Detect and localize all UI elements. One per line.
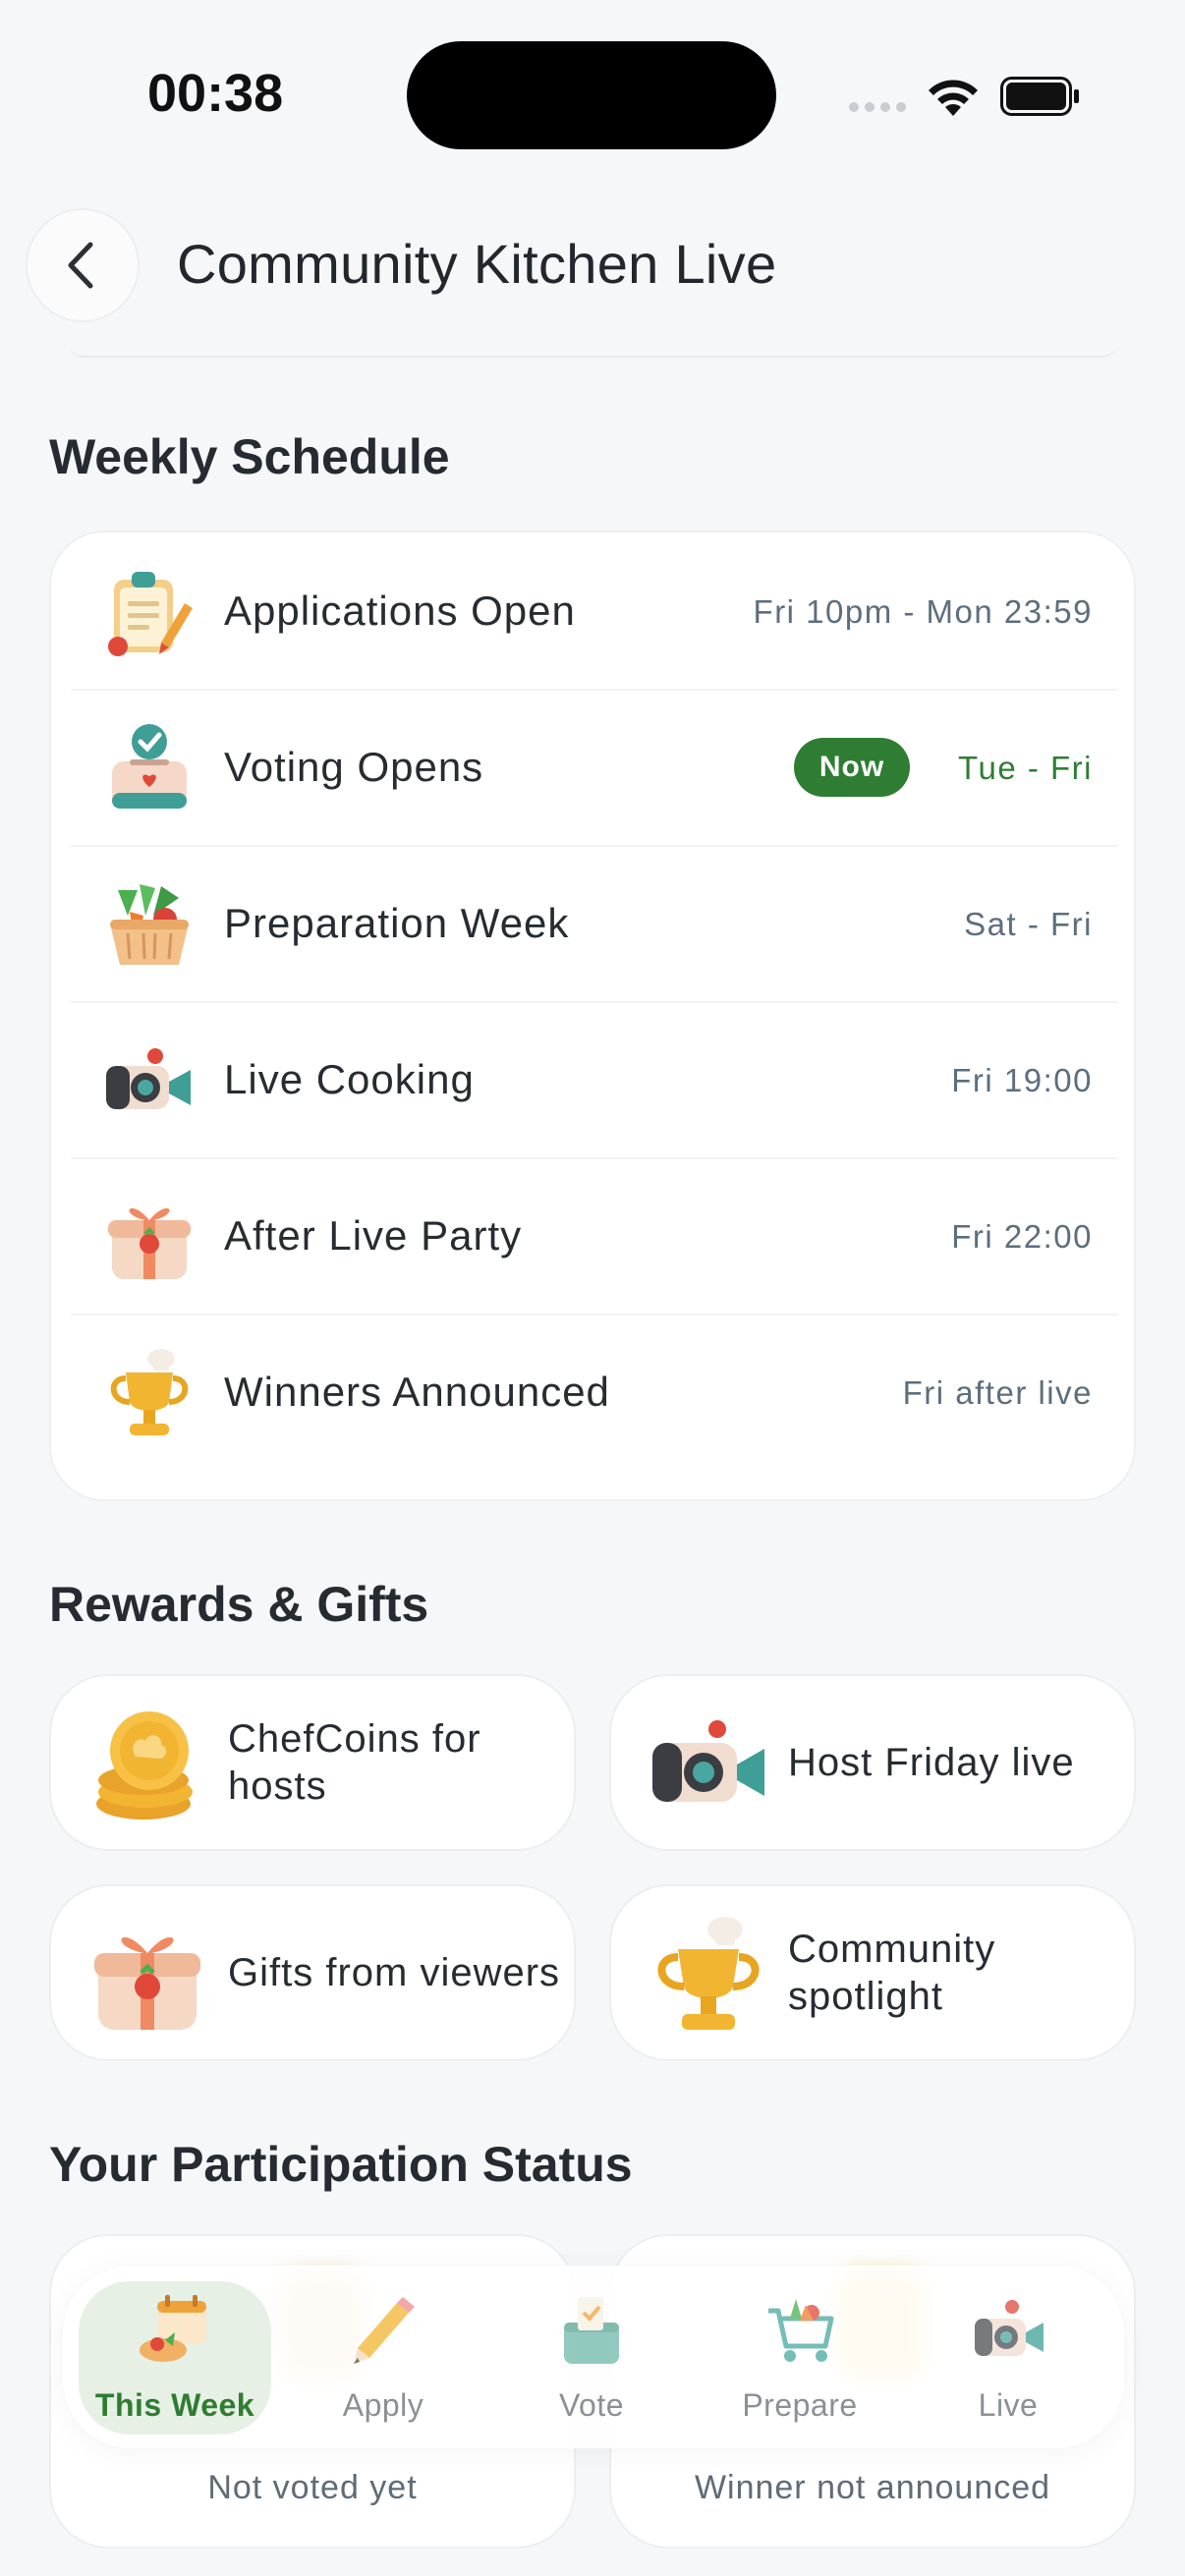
reward-label: ChefCoins for hosts: [228, 1717, 481, 1808]
schedule-row-label: Voting Opens: [224, 744, 484, 790]
dynamic-island: [407, 41, 776, 149]
reward-card-gifts[interactable]: Gifts from viewers: [49, 1884, 576, 2061]
status-text: Not voted yet: [207, 2469, 418, 2506]
wifi-icon: [929, 80, 978, 116]
cellular-signal-icon: [849, 102, 906, 112]
trophy-icon: [657, 1917, 760, 2030]
schedule-row-preparation[interactable]: Preparation Week Sat - Fri: [71, 845, 1118, 1001]
rewards-heading: Rewards & Gifts: [49, 1577, 429, 1632]
back-button[interactable]: [26, 208, 140, 322]
coins-icon: [96, 1711, 193, 1820]
schedule-row-label: Live Cooking: [224, 1056, 475, 1102]
schedule-row-time: Fri 10pm - Mon 23:59: [753, 593, 1093, 630]
gift-icon: [94, 1936, 200, 2030]
schedule-row-time: Fri after live: [902, 1374, 1093, 1411]
reward-label: Community spotlight: [788, 1928, 996, 2018]
schedule-row-time: Tue - Fri: [958, 750, 1093, 786]
tab-label: Vote: [558, 2387, 625, 2423]
video-camera-icon: [652, 1720, 764, 1802]
now-badge: Now: [794, 738, 910, 797]
reward-card-chefcoins[interactable]: ChefCoins for hosts: [49, 1674, 576, 1851]
trophy-icon: [110, 1349, 189, 1435]
schedule-row-after-party[interactable]: After Live Party Fri 22:00: [71, 1157, 1118, 1314]
schedule-row-label: Applications Open: [224, 588, 576, 634]
tab-label: This Week: [94, 2387, 255, 2423]
schedule-heading: Weekly Schedule: [49, 429, 450, 484]
shopping-cart-icon: [768, 2299, 834, 2362]
schedule-row-label: Winners Announced: [224, 1369, 610, 1415]
header: Community Kitchen Live: [0, 196, 1185, 334]
schedule-row-label: Preparation Week: [224, 900, 570, 946]
bottom-tab-bar: This Week Apply Vote Prepare Live: [63, 2266, 1124, 2448]
schedule-row-label: After Live Party: [224, 1212, 523, 1259]
pencil-icon: [354, 2297, 415, 2364]
gift-icon: [108, 1207, 191, 1279]
tab-vote[interactable]: Vote: [495, 2281, 688, 2435]
tab-label: Prepare: [742, 2387, 858, 2423]
video-camera-icon: [106, 1048, 191, 1109]
schedule-row-winners[interactable]: Winners Announced Fri after live: [71, 1314, 1118, 1470]
reward-label: Host Friday live: [788, 1741, 1075, 1784]
calendar-icon: [140, 2295, 206, 2362]
reward-card-host-live[interactable]: Host Friday live: [609, 1674, 1136, 1851]
schedule-row-applications[interactable]: Applications Open Fri 10pm - Mon 23:59: [71, 532, 1118, 689]
schedule-row-live-cooking[interactable]: Live Cooking Fri 19:00: [71, 1001, 1118, 1157]
tab-this-week[interactable]: This Week: [79, 2281, 271, 2435]
ballot-box-icon: [112, 724, 187, 809]
page-title: Community Kitchen Live: [177, 233, 777, 295]
participation-heading: Your Participation Status: [49, 2137, 633, 2192]
tab-prepare[interactable]: Prepare: [704, 2281, 896, 2435]
chevron-left-icon: [68, 242, 93, 289]
status-time: 00:38: [147, 64, 284, 123]
schedule-row-voting[interactable]: Voting Opens Now Tue - Fri: [71, 689, 1118, 845]
reward-card-spotlight[interactable]: Community spotlight: [609, 1884, 1136, 2061]
video-camera-icon: [975, 2300, 1044, 2356]
vegetable-basket-icon: [110, 884, 189, 965]
schedule-row-time: Sat - Fri: [964, 906, 1093, 942]
schedule-card: Applications Open Fri 10pm - Mon 23:59 V…: [49, 531, 1136, 1501]
status-text: Winner not announced: [694, 2469, 1051, 2506]
schedule-row-time: Fri 22:00: [951, 1218, 1093, 1255]
status-bar: 00:38: [0, 0, 1185, 187]
schedule-row-time: Fri 19:00: [951, 1062, 1093, 1098]
tab-label: Live: [978, 2387, 1039, 2423]
tab-apply[interactable]: Apply: [287, 2281, 480, 2435]
clipboard-icon: [108, 572, 193, 656]
reward-label: Gifts from viewers: [228, 1951, 561, 1994]
collapsed-card-edge: [69, 344, 1116, 358]
tab-live[interactable]: Live: [912, 2281, 1104, 2435]
battery-icon: [1000, 77, 1079, 116]
tab-label: Apply: [342, 2387, 424, 2423]
ballot-box-icon: [564, 2297, 619, 2364]
